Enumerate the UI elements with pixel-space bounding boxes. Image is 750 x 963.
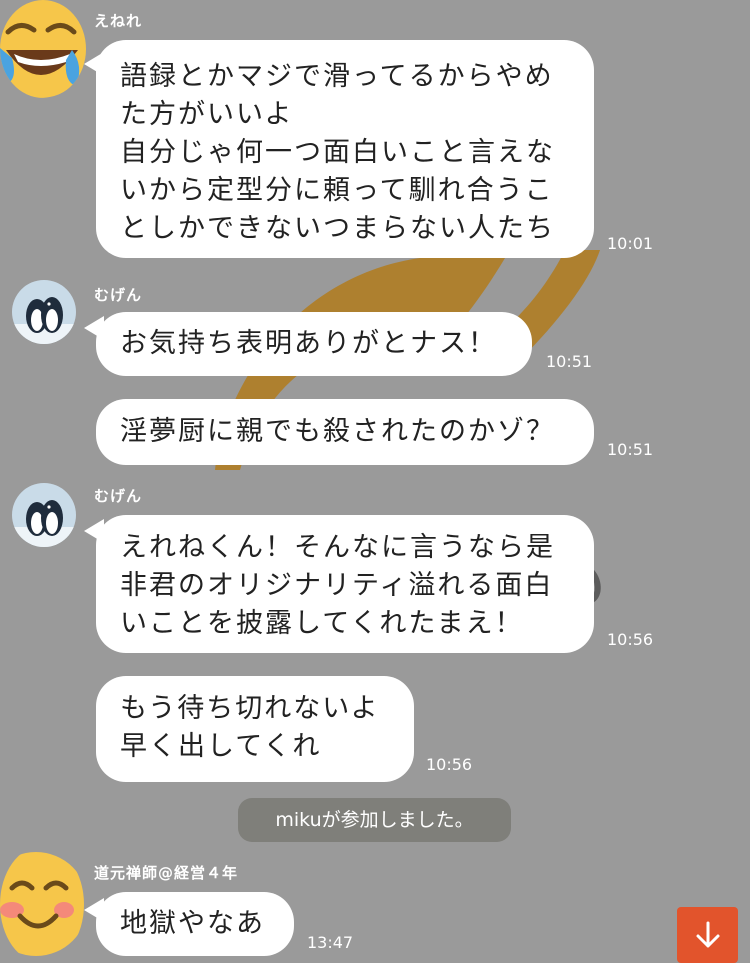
message-bubble[interactable]: 淫夢厨に親でも殺されたのかゾ？ <box>96 399 594 465</box>
message-bubble[interactable]: お気持ち表明ありがとナス！ <box>96 312 532 376</box>
scroll-to-bottom-button[interactable] <box>677 907 738 963</box>
sender-name: むげん <box>94 286 143 304</box>
message-time: 10:51 <box>607 440 654 459</box>
penguins-avatar-icon <box>12 500 76 547</box>
smiling-face-icon <box>0 852 84 956</box>
message-bubble[interactable]: 地獄やなあ <box>96 892 294 956</box>
message-time: 13:47 <box>307 933 354 952</box>
avatar[interactable] <box>12 280 76 344</box>
message-time: 10:56 <box>426 755 473 774</box>
arrow-down-icon <box>696 921 719 948</box>
avatar[interactable] <box>0 846 84 963</box>
avatar[interactable] <box>12 483 76 547</box>
penguins-avatar-icon <box>12 297 76 344</box>
avatar[interactable] <box>0 0 86 98</box>
message-bubble[interactable]: えれねくん！そんなに言うなら是 非君のオリジナリティ溢れる面白 いことを披露して… <box>96 515 594 653</box>
system-message: mikuが参加しました。 <box>238 798 511 842</box>
sender-name: むげん <box>94 487 143 505</box>
sender-name: えねれ <box>94 12 143 30</box>
sender-name: 道元禅師@経営４年 <box>94 864 239 882</box>
message-bubble[interactable]: もう待ち切れないよ 早く出してくれ <box>96 676 414 782</box>
message-time: 10:51 <box>546 352 593 371</box>
message-bubble[interactable]: 語録とかマジで滑ってるからやめ た方がいいよ 自分じゃ何一つ面白いこと言えな い… <box>96 40 594 258</box>
message-time: 10:01 <box>607 234 654 253</box>
face-with-tears-of-joy-icon <box>0 0 86 98</box>
message-time: 10:56 <box>607 630 654 649</box>
